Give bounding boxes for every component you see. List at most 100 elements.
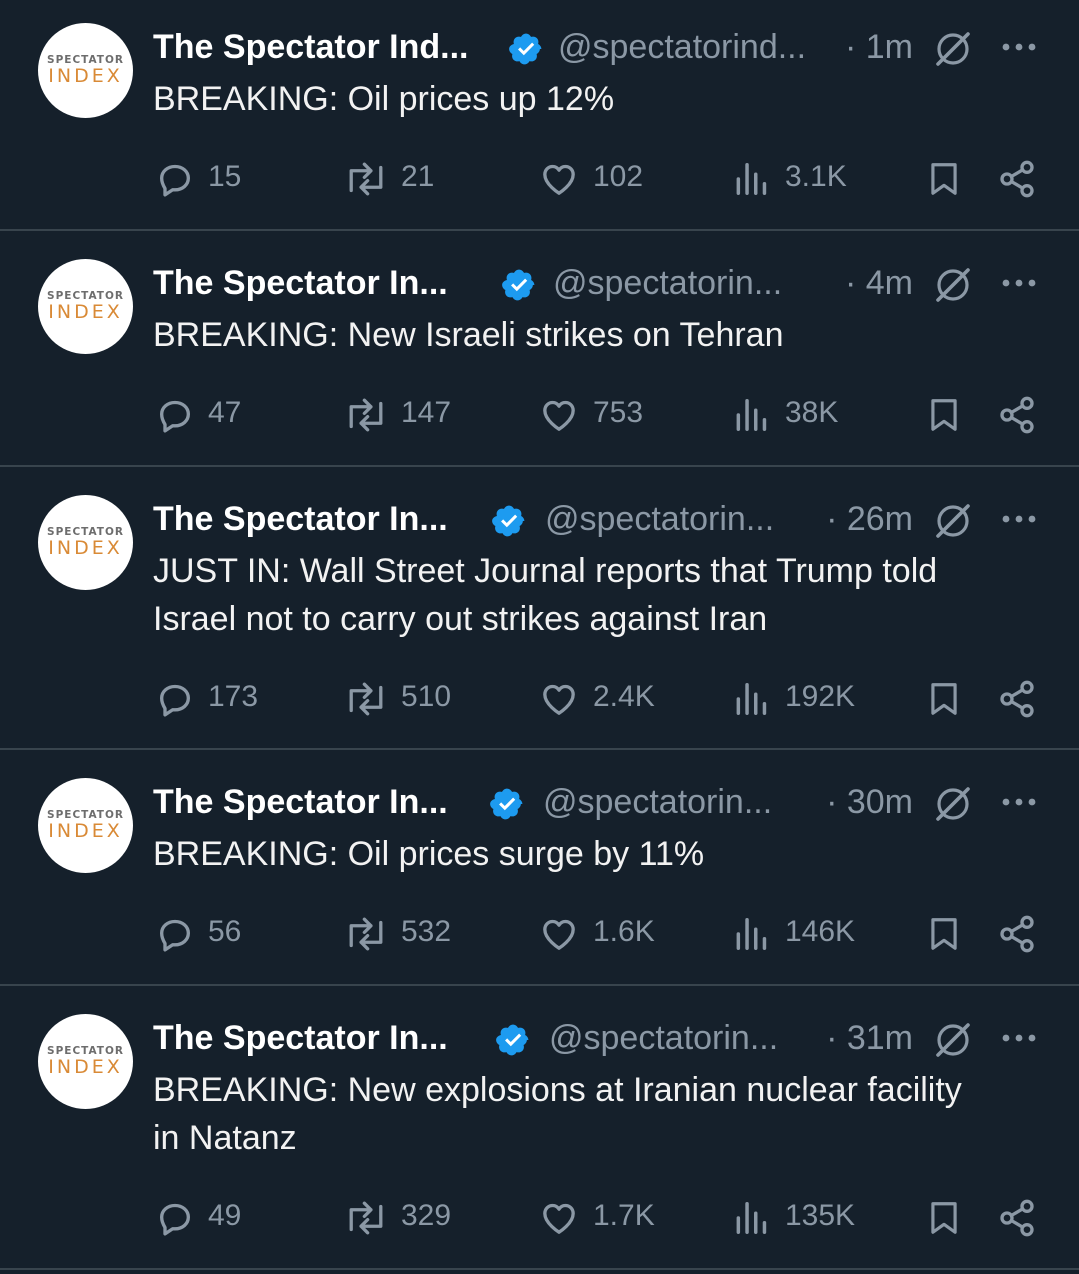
more-options-icon[interactable] xyxy=(999,1030,1039,1046)
timestamp[interactable]: · 26m xyxy=(808,497,913,541)
divider xyxy=(0,984,1079,986)
repost-icon xyxy=(349,398,383,432)
timestamp[interactable]: · 31m xyxy=(813,1016,913,1060)
tweet-text-line: Israel not to carry out strikes against … xyxy=(153,600,768,638)
verified-badge-icon xyxy=(509,33,542,65)
views-count: 38K xyxy=(785,396,839,429)
grok-icon[interactable] xyxy=(933,1020,973,1060)
repost-icon xyxy=(349,682,383,716)
avatar[interactable]: SPECTATOR INDEX xyxy=(38,259,133,354)
reply-icon xyxy=(160,400,190,433)
timestamp[interactable]: · 1m xyxy=(843,25,913,69)
like-count: 102 xyxy=(593,160,644,193)
bookmark-icon[interactable] xyxy=(925,1198,963,1238)
author-handle[interactable]: @spectatorind... xyxy=(558,25,806,69)
heart-icon xyxy=(543,684,575,715)
views-count: 135K xyxy=(785,1199,856,1232)
avatar-logo-bottom: INDEX xyxy=(48,820,123,842)
repost-icon xyxy=(349,917,383,951)
avatar-logo-bottom: INDEX xyxy=(48,65,123,87)
author-handle[interactable]: @spectatorin... xyxy=(549,1016,778,1060)
author-handle[interactable]: @spectatorin... xyxy=(553,261,782,305)
share-icon[interactable] xyxy=(996,914,1038,954)
reply-count: 173 xyxy=(208,680,259,713)
reply-count: 49 xyxy=(208,1199,242,1232)
views-chart-icon xyxy=(736,399,767,431)
author-name[interactable]: The Spectator In... xyxy=(153,1016,448,1060)
divider xyxy=(0,465,1079,467)
tweet[interactable]: SPECTATOR INDEX The Spectator In... @spe… xyxy=(0,236,1079,466)
grok-icon[interactable] xyxy=(933,265,973,305)
avatar[interactable]: SPECTATOR INDEX xyxy=(38,778,133,873)
reply-icon xyxy=(160,919,190,952)
verified-badge-icon xyxy=(490,788,523,820)
share-icon[interactable] xyxy=(996,159,1038,199)
timestamp[interactable]: · 30m xyxy=(808,780,913,824)
share-icon[interactable] xyxy=(996,1198,1038,1238)
views-chart-icon xyxy=(736,163,767,195)
grok-icon[interactable] xyxy=(933,784,973,824)
tweet-text[interactable]: JUST IN: Wall Street Journal reports tha… xyxy=(153,547,1053,643)
views-count: 3.1K xyxy=(785,160,847,193)
author-name[interactable]: The Spectator In... xyxy=(153,261,448,305)
reply-count: 56 xyxy=(208,915,242,948)
tweet[interactable]: SPECTATOR INDEX The Spectator In... @spe… xyxy=(0,991,1079,1268)
avatar[interactable]: SPECTATOR INDEX xyxy=(38,1014,133,1109)
more-options-icon[interactable] xyxy=(999,794,1039,810)
views-chart-icon xyxy=(736,1202,767,1234)
tweet-text-line: JUST IN: Wall Street Journal reports tha… xyxy=(153,552,938,590)
views-count: 192K xyxy=(785,680,856,713)
author-handle[interactable]: @spectatorin... xyxy=(543,780,772,824)
avatar-logo-bottom: INDEX xyxy=(48,1056,123,1078)
avatar[interactable]: SPECTATOR INDEX xyxy=(38,23,133,118)
tweet-text-line: BREAKING: Oil prices surge by 11% xyxy=(153,835,705,873)
repost-count: 147 xyxy=(401,396,452,429)
reply-icon xyxy=(160,1203,190,1236)
verified-badge-icon xyxy=(492,505,525,537)
heart-icon xyxy=(543,1203,575,1234)
views-chart-icon xyxy=(736,683,767,715)
more-options-icon[interactable] xyxy=(999,511,1039,527)
tweet-text-line: BREAKING: New Israeli strikes on Tehran xyxy=(153,316,784,354)
avatar-logo-bottom: INDEX xyxy=(48,537,123,559)
author-name[interactable]: The Spectator In... xyxy=(153,497,448,541)
tweet-text[interactable]: BREAKING: New explosions at Iranian nucl… xyxy=(153,1066,1053,1162)
share-icon[interactable] xyxy=(996,679,1038,719)
tweet-text[interactable]: BREAKING: Oil prices surge by 11% xyxy=(153,830,1053,878)
timestamp[interactable]: · 4m xyxy=(833,261,913,305)
bookmark-icon[interactable] xyxy=(925,159,963,199)
tweet-text-line: in Natanz xyxy=(153,1119,297,1157)
repost-count: 532 xyxy=(401,915,452,948)
repost-icon xyxy=(349,162,383,196)
author-handle[interactable]: @spectatorin... xyxy=(545,497,774,541)
tweet-text[interactable]: BREAKING: Oil prices up 12% xyxy=(153,75,1053,123)
reply-count: 47 xyxy=(208,396,242,429)
author-name[interactable]: The Spectator Ind... xyxy=(153,25,468,69)
more-options-icon[interactable] xyxy=(999,275,1039,291)
more-options-icon[interactable] xyxy=(999,39,1039,55)
avatar-logo-bottom: INDEX xyxy=(48,301,123,323)
grok-icon[interactable] xyxy=(933,29,973,69)
reply-icon xyxy=(160,684,190,717)
like-count: 753 xyxy=(593,396,644,429)
like-count: 1.7K xyxy=(593,1199,655,1232)
views-count: 146K xyxy=(785,915,856,948)
reply-icon xyxy=(160,164,190,197)
tweet[interactable]: SPECTATOR INDEX The Spectator Ind... @sp… xyxy=(0,0,1079,230)
share-icon[interactable] xyxy=(996,395,1038,435)
bookmark-icon[interactable] xyxy=(925,395,963,435)
heart-icon xyxy=(543,164,575,195)
tweet-text-line: BREAKING: New explosions at Iranian nucl… xyxy=(153,1071,962,1109)
tweet[interactable]: SPECTATOR INDEX The Spectator In... @spe… xyxy=(0,472,1079,749)
tweet-text[interactable]: BREAKING: New Israeli strikes on Tehran xyxy=(153,311,1053,359)
avatar[interactable]: SPECTATOR INDEX xyxy=(38,495,133,590)
bookmark-icon[interactable] xyxy=(925,914,963,954)
like-count: 1.6K xyxy=(593,915,655,948)
verified-badge-icon xyxy=(502,269,535,301)
grok-icon[interactable] xyxy=(933,501,973,541)
author-name[interactable]: The Spectator In... xyxy=(153,780,448,824)
bookmark-icon[interactable] xyxy=(925,679,963,719)
views-chart-icon xyxy=(736,918,767,950)
tweet[interactable]: SPECTATOR INDEX The Spectator In... @spe… xyxy=(0,755,1079,985)
divider xyxy=(0,229,1079,231)
